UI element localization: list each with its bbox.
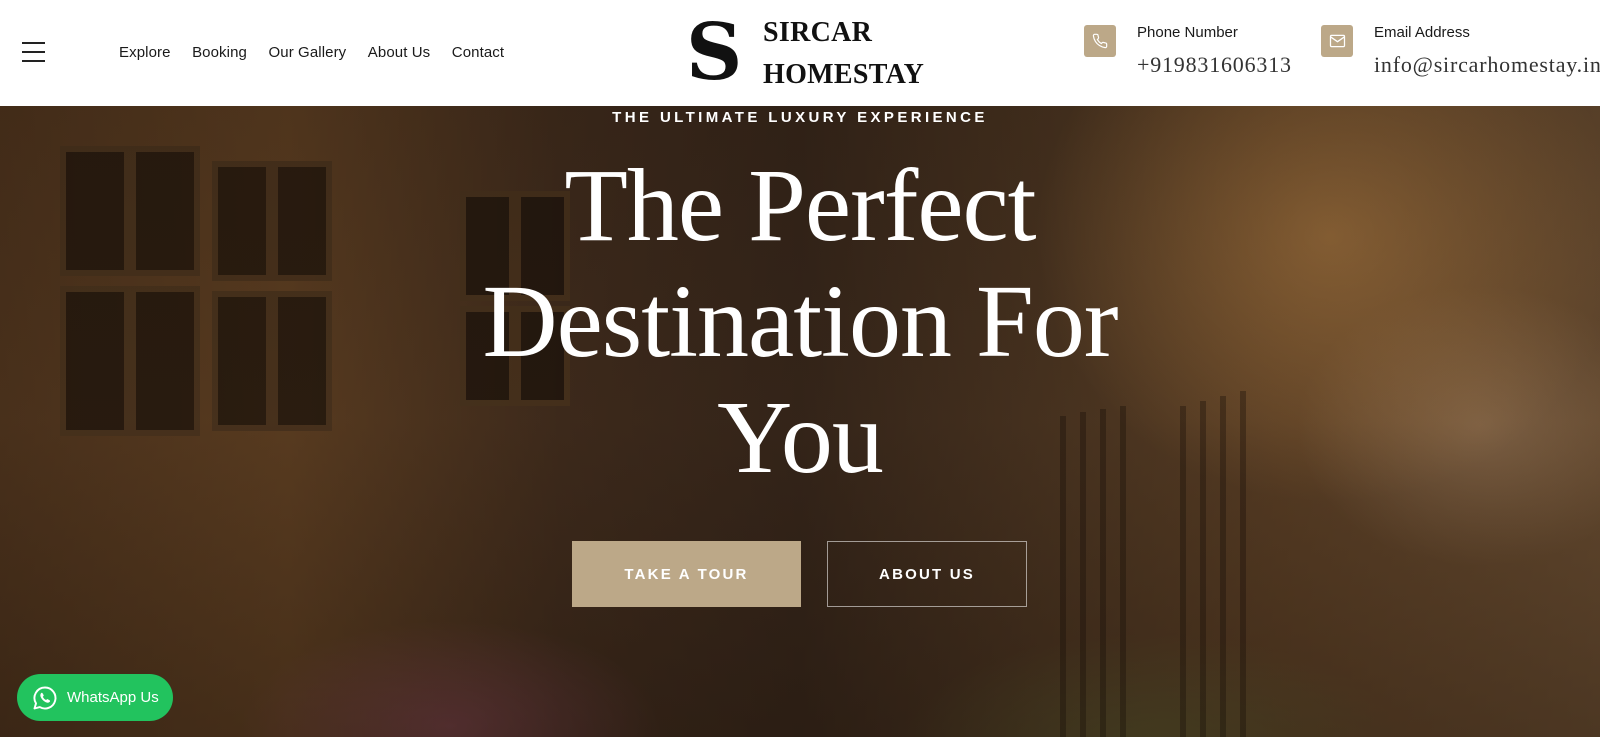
nav-booking[interactable]: Booking xyxy=(192,44,247,62)
hero-title-line-2: Destination For xyxy=(482,264,1119,379)
phone-label: Phone Number xyxy=(1137,24,1238,41)
main-nav: Explore Booking Our Gallery About Us Con… xyxy=(119,44,526,62)
mail-icon xyxy=(1321,25,1353,57)
site-header: Explore Booking Our Gallery About Us Con… xyxy=(0,0,1600,106)
logo-line-2: HOMESTAY xyxy=(763,59,925,90)
hamburger-menu-icon[interactable] xyxy=(22,42,46,62)
logo-line-1: SIRCAR xyxy=(763,17,873,48)
email-label: Email Address xyxy=(1374,24,1470,41)
nav-about-us[interactable]: About Us xyxy=(368,44,431,62)
about-us-button[interactable]: ABOUT US xyxy=(827,541,1027,607)
hero-title: The Perfect Destination For You xyxy=(300,148,1300,496)
email-address-link[interactable]: info@sircarhomestay.in xyxy=(1374,52,1600,78)
hero-kicker: THE ULTIMATE LUXURY EXPERIENCE xyxy=(612,109,988,126)
site-logo[interactable]: S SIRCAR HOMESTAY xyxy=(686,10,931,96)
nav-explore[interactable]: Explore xyxy=(119,44,171,62)
hero-title-line-1: The Perfect xyxy=(564,148,1036,263)
nav-contact[interactable]: Contact xyxy=(452,44,504,62)
phone-icon xyxy=(1084,25,1116,57)
whatsapp-button[interactable]: WhatsApp Us xyxy=(17,674,173,721)
nav-our-gallery[interactable]: Our Gallery xyxy=(268,44,346,62)
hero-section: THE ULTIMATE LUXURY EXPERIENCE The Perfe… xyxy=(0,106,1600,737)
phone-number-link[interactable]: +919831606313 xyxy=(1137,52,1292,78)
hero-title-line-3: You xyxy=(717,380,884,495)
logo-letter: S xyxy=(686,7,742,98)
take-a-tour-button[interactable]: TAKE A TOUR xyxy=(572,541,801,607)
whatsapp-label: WhatsApp Us xyxy=(67,688,159,706)
whatsapp-icon xyxy=(31,684,59,712)
